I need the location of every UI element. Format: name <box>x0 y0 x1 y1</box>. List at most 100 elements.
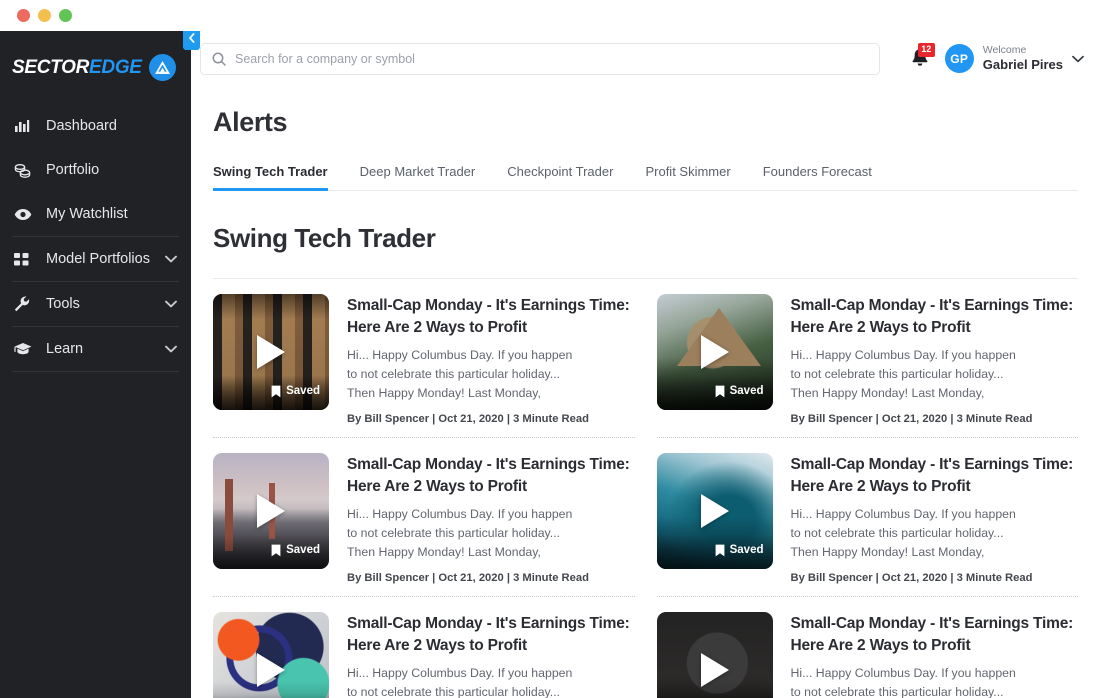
main-content: 12 GP Welcome Gabriel Pires Alerts S <box>191 31 1100 698</box>
tab-swing-tech-trader[interactable]: Swing Tech Trader <box>213 164 328 191</box>
article-card[interactable]: Saved Small-Cap Monday - It's Earnings T… <box>656 597 1079 698</box>
article-excerpt: Hi... Happy Columbus Day. If you happen … <box>790 666 1016 698</box>
sidebar-divider <box>12 371 179 372</box>
article-title[interactable]: Small-Cap Monday - It's Earnings Time: H… <box>791 613 1079 657</box>
window-titlebar <box>0 0 1100 31</box>
window-minimize-button[interactable] <box>38 9 51 22</box>
sidebar-item-label: Dashboard <box>46 118 117 134</box>
section-title: Swing Tech Trader <box>213 223 436 253</box>
article-thumbnail[interactable]: Saved <box>656 294 773 410</box>
bookmark-icon <box>715 544 725 557</box>
saved-label: Saved <box>729 544 764 557</box>
user-name: Gabriel Pires <box>982 56 1063 72</box>
bookmark-icon <box>271 385 281 398</box>
window-maximize-button[interactable] <box>59 9 72 22</box>
notification-count-badge: 12 <box>917 42 935 57</box>
article-thumbnail[interactable]: Saved <box>213 294 329 410</box>
search-icon <box>212 52 226 66</box>
wrench-icon <box>14 296 36 312</box>
window-close-button[interactable] <box>17 9 30 22</box>
play-icon[interactable] <box>257 653 285 688</box>
article-excerpt: Hi... Happy Columbus Day. If you happen … <box>347 507 573 560</box>
article-excerpt: Hi... Happy Columbus Day. If you happen … <box>347 348 573 401</box>
sidebar-item-my-watchlist[interactable]: My Watchlist <box>0 192 191 236</box>
tab-checkpoint-trader[interactable]: Checkpoint Trader <box>507 164 613 190</box>
sidebar-item-label: Model Portfolios <box>46 251 150 267</box>
play-icon[interactable] <box>700 335 729 369</box>
article-body: Small-Cap Monday - It's Earnings Time: H… <box>347 453 635 584</box>
chevron-left-icon <box>188 33 196 43</box>
article-thumbnail[interactable]: Saved <box>213 453 329 570</box>
eye-icon <box>14 208 36 221</box>
avatar: GP <box>944 44 974 73</box>
app-window: SECTOREDGE Dashboard Portfolio My Watchl… <box>0 0 1100 698</box>
article-title[interactable]: Small-Cap Monday - It's Earnings Time: H… <box>791 295 1079 339</box>
saved-badge[interactable]: Saved <box>656 376 773 410</box>
coins-icon <box>14 162 36 178</box>
saved-label: Saved <box>729 385 764 397</box>
chevron-down-icon <box>165 255 177 263</box>
chevron-down-icon <box>165 345 177 353</box>
tab-profit-skimmer[interactable]: Profit Skimmer <box>645 164 730 190</box>
sidebar-item-model-portfolios[interactable]: Model Portfolios <box>0 237 191 281</box>
bookmark-icon <box>271 544 281 557</box>
bookmark-icon <box>715 385 725 398</box>
saved-label: Saved <box>286 544 320 557</box>
search-input[interactable] <box>235 51 868 66</box>
tab-deep-market-trader[interactable]: Deep Market Trader <box>360 164 476 190</box>
sidebar-item-label: Learn <box>46 341 84 357</box>
sidebar-item-label: My Watchlist <box>46 206 128 222</box>
play-icon[interactable] <box>257 335 285 369</box>
chevron-down-icon <box>1072 55 1084 63</box>
search-box[interactable] <box>200 42 880 75</box>
article-card[interactable]: Saved Small-Cap Monday - It's Earnings T… <box>213 438 635 598</box>
article-card[interactable]: Saved Small-Cap Monday - It's Earnings T… <box>213 279 635 439</box>
sidebar-item-label: Tools <box>46 296 80 312</box>
user-meta: Welcome Gabriel Pires <box>983 44 1063 73</box>
article-thumbnail[interactable]: Saved <box>213 612 329 698</box>
saved-badge[interactable]: Saved <box>213 376 329 410</box>
saved-badge[interactable]: Saved <box>656 694 773 698</box>
content-area: Alerts Swing Tech Trader Deep Market Tra… <box>191 86 1100 698</box>
article-meta: By Bill Spencer | Oct 21, 2020 | 3 Minut… <box>347 413 589 426</box>
article-title[interactable]: Small-Cap Monday - It's Earnings Time: H… <box>347 613 635 657</box>
topbar: 12 GP Welcome Gabriel Pires <box>191 31 1100 86</box>
article-excerpt: Hi... Happy Columbus Day. If you happen … <box>347 666 573 698</box>
article-card[interactable]: Saved Small-Cap Monday - It's Earnings T… <box>656 438 1079 598</box>
article-thumbnail[interactable]: Saved <box>656 612 773 698</box>
sidebar-nav: Dashboard Portfolio My Watchlist Model P… <box>0 104 191 372</box>
article-title[interactable]: Small-Cap Monday - It's Earnings Time: H… <box>347 454 635 498</box>
graduation-cap-icon <box>14 342 36 356</box>
sidebar-item-learn[interactable]: Learn <box>0 327 191 371</box>
sidebar: SECTOREDGE Dashboard Portfolio My Watchl… <box>0 31 191 698</box>
article-body: Small-Cap Monday - It's Earnings Time: H… <box>791 612 1079 698</box>
sidebar-item-tools[interactable]: Tools <box>0 282 191 326</box>
play-icon[interactable] <box>700 494 729 529</box>
saved-badge[interactable]: Saved <box>213 694 329 698</box>
sidebar-item-portfolio[interactable]: Portfolio <box>0 148 191 192</box>
article-body: Small-Cap Monday - It's Earnings Time: H… <box>347 612 635 698</box>
saved-badge[interactable]: Saved <box>656 535 773 570</box>
article-body: Small-Cap Monday - It's Earnings Time: H… <box>347 294 635 425</box>
saved-label: Saved <box>286 385 320 397</box>
alert-tabs: Swing Tech Trader Deep Market Trader Che… <box>213 164 1078 191</box>
sidebar-item-dashboard[interactable]: Dashboard <box>0 104 191 148</box>
article-card[interactable]: Saved Small-Cap Monday - It's Earnings T… <box>213 597 635 698</box>
topbar-right: 12 GP Welcome Gabriel Pires <box>909 42 1084 73</box>
app-logo[interactable]: SECTOREDGE <box>0 31 191 87</box>
chevron-down-icon <box>165 300 177 308</box>
article-body: Small-Cap Monday - It's Earnings Time: H… <box>791 294 1079 425</box>
article-title[interactable]: Small-Cap Monday - It's Earnings Time: H… <box>791 454 1079 498</box>
notifications-button[interactable]: 12 <box>909 42 935 72</box>
saved-badge[interactable]: Saved <box>213 535 329 570</box>
article-card[interactable]: Saved Small-Cap Monday - It's Earnings T… <box>656 279 1079 439</box>
article-title[interactable]: Small-Cap Monday - It's Earnings Time: H… <box>347 295 635 339</box>
play-icon[interactable] <box>700 653 729 688</box>
sidebar-item-label: Portfolio <box>46 162 100 178</box>
article-excerpt: Hi... Happy Columbus Day. If you happen … <box>790 348 1016 401</box>
article-body: Small-Cap Monday - It's Earnings Time: H… <box>791 453 1079 584</box>
user-menu[interactable]: GP Welcome Gabriel Pires <box>944 44 1084 73</box>
article-thumbnail[interactable]: Saved <box>656 453 773 570</box>
tab-founders-forecast[interactable]: Founders Forecast <box>763 164 872 190</box>
play-icon[interactable] <box>257 494 285 529</box>
